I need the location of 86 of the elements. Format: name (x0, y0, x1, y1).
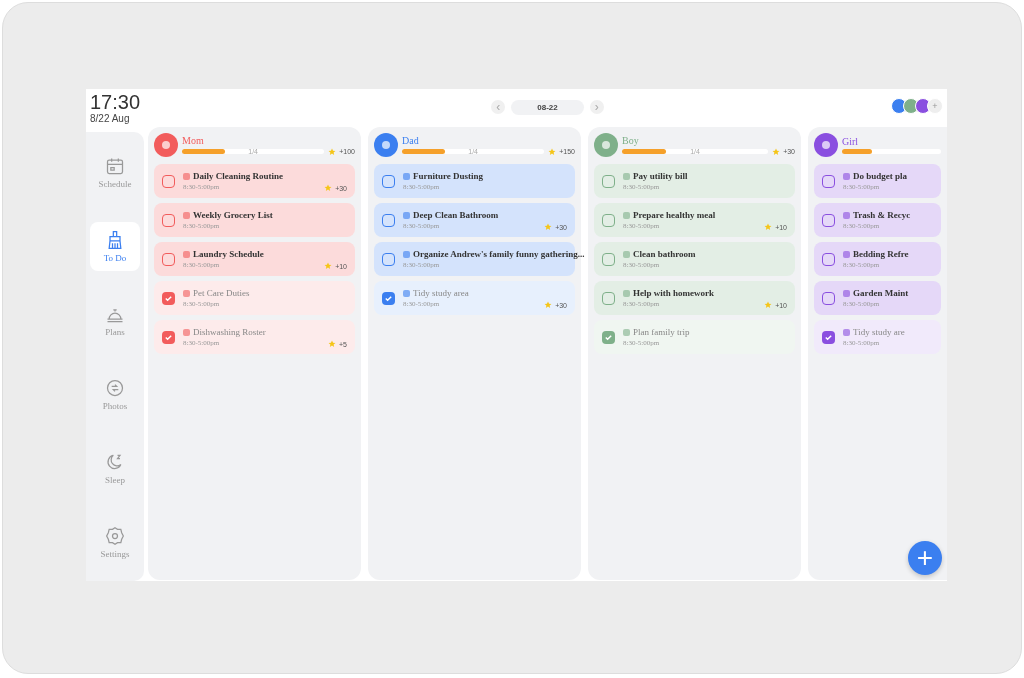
sticker-icon (183, 211, 190, 219)
nav-item[interactable]: To Do (90, 222, 140, 271)
member-name: Girl (842, 136, 860, 147)
check-icon (824, 332, 833, 342)
task-checkbox[interactable] (602, 213, 615, 227)
star-icon (324, 262, 333, 270)
task-title: Garden Maint (853, 288, 909, 298)
task-title: Pay utility bill (633, 171, 688, 181)
task-title: Laundry Schedule (193, 249, 264, 259)
task-checkbox[interactable] (382, 252, 395, 266)
task-checkbox[interactable] (602, 174, 615, 188)
member-name: Boy (622, 134, 640, 146)
sticker-icon (183, 289, 190, 297)
task-checkbox[interactable] (602, 330, 615, 344)
task-checkbox[interactable] (382, 174, 395, 188)
sticker-icon (183, 172, 190, 180)
check-icon (164, 293, 173, 303)
task-checkbox[interactable] (602, 291, 615, 305)
sticker-icon (843, 172, 850, 180)
date-pill[interactable]: 08-22 (511, 99, 584, 115)
sticker-icon (403, 250, 410, 258)
task-title: Weekly Grocery List (193, 210, 273, 220)
clock-date: 8/22 Aug (89, 113, 131, 124)
task-checkbox[interactable] (822, 291, 835, 305)
clock-time: 17:30 (89, 90, 142, 113)
star-icon (548, 147, 557, 156)
task-title: Do budget pla (853, 171, 907, 181)
calendar-icon (105, 156, 125, 176)
task-title: Plan family trip (633, 327, 690, 337)
task-title: Furniture Dusting (413, 171, 484, 181)
task-checkbox[interactable] (382, 213, 395, 227)
task-checkbox[interactable] (162, 174, 175, 188)
task-title: Dishwashing Roster (193, 327, 266, 337)
sticker-icon (403, 211, 410, 219)
task-title: Trash & Recyc (853, 210, 911, 220)
sticker-icon (183, 250, 190, 258)
sticker-icon (403, 172, 410, 180)
star-icon (772, 147, 781, 156)
check-icon (384, 293, 393, 303)
star-icon (324, 184, 333, 192)
task-checkbox[interactable] (382, 291, 395, 305)
task-checkbox[interactable] (602, 252, 615, 266)
task-checkbox[interactable] (822, 174, 835, 188)
task-title: Tidy study area (413, 288, 469, 298)
star-icon (764, 223, 773, 231)
star-icon (544, 301, 553, 309)
sticker-icon (183, 328, 190, 336)
task-checkbox[interactable] (162, 252, 175, 266)
sticker-icon (623, 172, 630, 180)
sticker-icon (403, 289, 410, 297)
task-title: Clean bathroom (633, 249, 696, 259)
star-icon (328, 147, 337, 156)
sticker-icon (843, 328, 850, 336)
member-avatar[interactable] (903, 98, 919, 114)
task-title: Help with homework (633, 288, 714, 298)
gear-icon (105, 526, 125, 546)
star-icon (328, 340, 336, 348)
task-title: Organize Andrew's family funny gathering... (413, 249, 585, 259)
sticker-icon (843, 250, 850, 258)
task-checkbox[interactable] (822, 213, 835, 227)
member-avatar[interactable] (891, 98, 907, 114)
task-checkbox[interactable] (162, 330, 175, 344)
task-checkbox[interactable] (162, 213, 175, 227)
task-title: Prepare healthy meal (633, 210, 716, 220)
member-name: Dad (402, 134, 420, 146)
task-checkbox[interactable] (822, 252, 835, 266)
check-icon (604, 332, 613, 342)
task-checkbox[interactable] (822, 330, 835, 344)
sticker-icon (623, 211, 630, 219)
task-checkbox[interactable] (162, 291, 175, 305)
member-avatar[interactable] (915, 98, 931, 114)
member-name: Mom (182, 134, 205, 146)
task-title: Daily Cleaning Routine (193, 171, 283, 181)
photos-icon (105, 378, 125, 398)
task-title: Bedding Refre (853, 249, 909, 259)
task-title: Tidy study are (853, 327, 905, 337)
sticker-icon (623, 250, 630, 258)
task-title: Pet Care Duties (193, 288, 250, 298)
sticker-icon (623, 328, 630, 336)
sticker-icon (623, 289, 630, 297)
star-icon (764, 301, 773, 309)
task-title: Deep Clean Bathroom (413, 210, 499, 220)
sticker-icon (843, 289, 850, 297)
star-icon (544, 223, 553, 231)
check-icon (164, 332, 173, 342)
sticker-icon (843, 211, 850, 219)
